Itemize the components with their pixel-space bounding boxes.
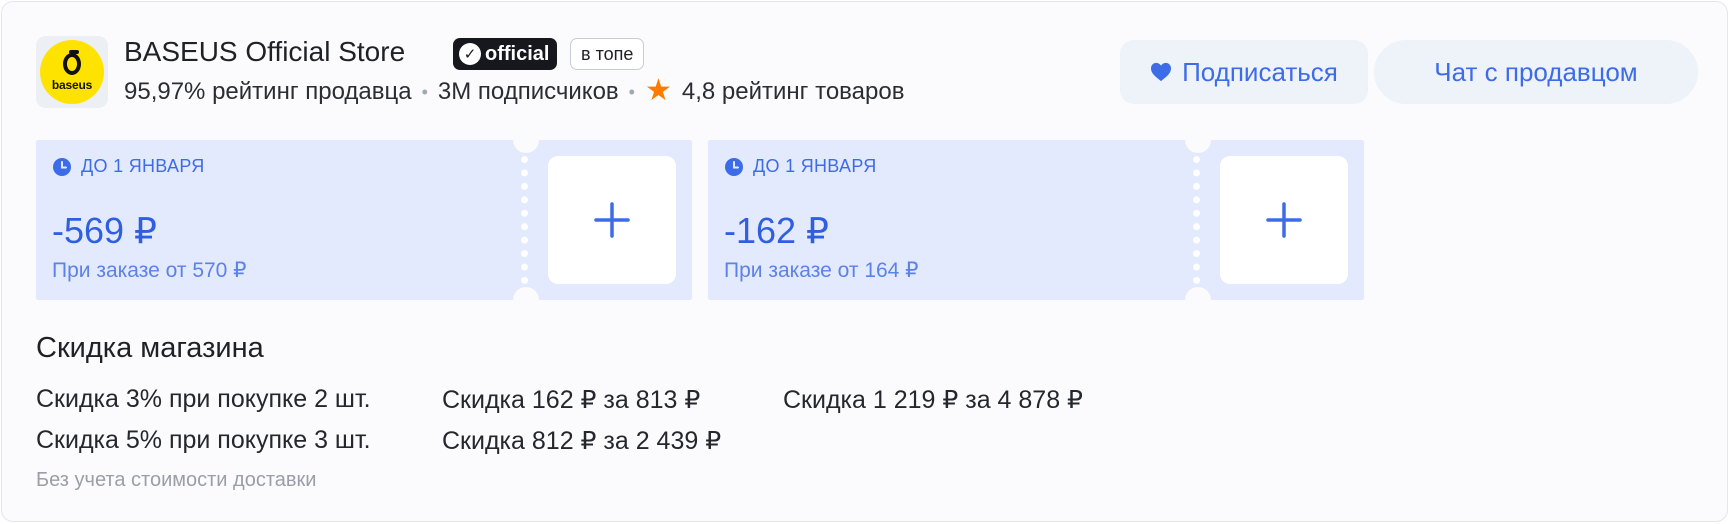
coupon-amount: -569 ₽ <box>52 210 157 251</box>
chat-with-seller-button[interactable]: Чат с продавцом <box>1374 40 1698 104</box>
coupon-condition: При заказе от 570 ₽ <box>52 259 247 282</box>
coupon-amount: -162 ₽ <box>724 210 829 251</box>
discount-item: Скидка 5% при покупке 3 шт. <box>36 426 371 454</box>
coupon-notch <box>1185 287 1211 313</box>
coupon-perforation <box>521 156 528 284</box>
delivery-note: Без учета стоимости доставки <box>36 469 317 491</box>
deadline-text: ДО 1 ЯНВАРЯ <box>81 156 205 176</box>
clock-icon <box>725 157 743 176</box>
discount-item: Скидка 3% при покупке 2 шт. <box>36 385 371 413</box>
store-card: baseus BASEUS Official Store ✓ official … <box>1 1 1728 522</box>
heart-icon <box>1151 62 1172 82</box>
coupon-card: ДО 1 ЯНВАРЯ -569 ₽ При заказе от 570 ₽ <box>36 127 692 313</box>
clock-icon <box>53 157 71 176</box>
product-rating: 4,8 рейтинг товаров <box>681 78 905 105</box>
add-coupon-button[interactable] <box>548 156 676 284</box>
official-badge: ✓ official <box>453 38 558 70</box>
coupon-notch <box>513 127 539 153</box>
store-logo[interactable]: baseus <box>36 36 108 108</box>
separator-dot: • <box>628 81 635 102</box>
logo-text: baseus <box>51 77 93 92</box>
coupon-card: ДО 1 ЯНВАРЯ -162 ₽ При заказе от 164 ₽ <box>708 127 1364 313</box>
coupon-deadline: ДО 1 ЯНВАРЯ <box>724 156 877 177</box>
star-icon: ★ <box>644 74 672 107</box>
discount-item: Скидка 1 219 ₽ за 4 878 ₽ <box>783 386 1083 414</box>
baseus-logo-icon: baseus <box>40 40 104 104</box>
discount-item: Скидка 162 ₽ за 813 ₽ <box>442 386 701 414</box>
deadline-text: ДО 1 ЯНВАРЯ <box>753 156 877 176</box>
plus-icon <box>594 202 630 238</box>
plus-icon <box>1266 202 1302 238</box>
official-label: official <box>485 42 550 65</box>
subscribers-count: 3M подписчиков <box>437 78 619 105</box>
coupon-notch <box>513 287 539 313</box>
discount-item: Скидка 812 ₽ за 2 439 ₽ <box>442 427 722 455</box>
check-icon: ✓ <box>459 43 481 65</box>
separator-dot: • <box>421 81 428 102</box>
add-coupon-button[interactable] <box>1220 156 1348 284</box>
coupon-notch <box>1185 127 1211 153</box>
subscribe-label: Подписаться <box>1182 56 1338 87</box>
seller-rating: 95,97% рейтинг продавца <box>124 78 412 105</box>
subscribe-button[interactable]: Подписаться <box>1120 40 1368 104</box>
store-name[interactable]: BASEUS Official Store <box>124 36 405 68</box>
store-discount-title: Скидка магазина <box>36 332 264 364</box>
coupon-deadline: ДО 1 ЯНВАРЯ <box>52 156 205 177</box>
store-stats: 95,97% рейтинг продавца • 3M подписчиков… <box>124 74 905 107</box>
coupon-condition: При заказе от 164 ₽ <box>724 259 919 282</box>
coupon-perforation <box>1193 156 1200 284</box>
top-badge: в топе <box>570 38 645 70</box>
